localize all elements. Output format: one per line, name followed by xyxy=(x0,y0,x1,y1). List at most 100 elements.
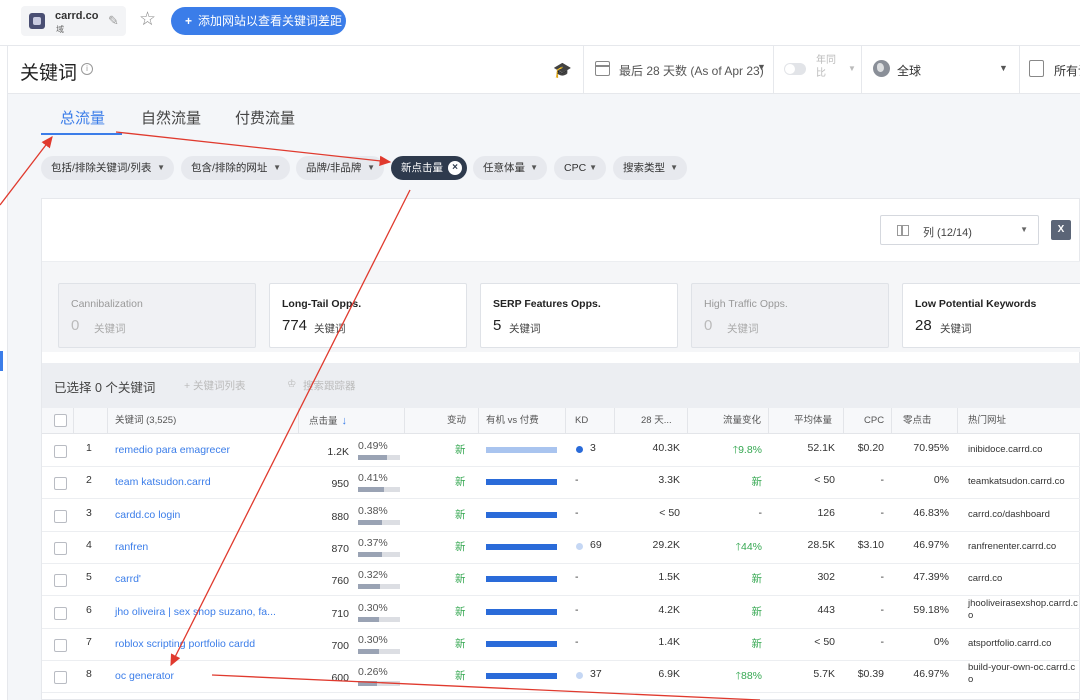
col-cpc[interactable]: CPC xyxy=(864,408,884,434)
traffic-tabs: 总流量 自然流量 付费流量 xyxy=(8,94,1080,138)
table-row[interactable]: 3 cardd.co login 880 0.38% 新 - < 50 - 126 - 46.83%… xyxy=(42,500,1080,532)
change-badge: 新 xyxy=(455,573,466,586)
row-checkbox[interactable] xyxy=(54,638,67,652)
days28-value: 4.2K xyxy=(658,603,680,616)
top-url[interactable]: ranfrenenter.carrd.co xyxy=(968,541,1080,553)
search-tracker-button[interactable]: 搜索跟踪器 xyxy=(303,378,356,393)
keyword-link[interactable]: jho oliveira | sex shop suzano, fa... xyxy=(115,606,276,618)
table-row[interactable]: 1 remedio para emagrecer 1.2K 0.49% 新 3 40.3K 🡑… xyxy=(42,435,1080,467)
keyword-link[interactable]: oc generator xyxy=(115,670,174,682)
col-top-url[interactable]: 热门网址 xyxy=(968,408,1006,434)
kd-dot-icon xyxy=(576,446,583,453)
graduation-cap-icon[interactable]: 🎓 xyxy=(553,61,572,79)
table-row[interactable]: 6 jho oliveira | sex shop suzano, fa... 71… xyxy=(42,597,1080,629)
top-url[interactable]: carrd.co/dashboard xyxy=(968,509,1080,521)
change-badge: 新 xyxy=(455,670,466,683)
table-row[interactable]: 2 team katsudon.carrd 950 0.41% 新 - 3.3K 新 < 50 -… xyxy=(42,467,1080,500)
site-chip[interactable]: carrd.co 域 ✎ xyxy=(21,6,126,36)
keyword-link[interactable]: team katsudon.carrd xyxy=(115,476,211,488)
opp-long-tail[interactable]: Long-Tail Opps. 774 关键词 xyxy=(269,283,467,348)
col-avg-volume[interactable]: 平均体量 xyxy=(794,408,832,434)
row-checkbox[interactable] xyxy=(54,445,67,458)
clicks-share-bar xyxy=(358,551,400,557)
column-divider xyxy=(891,408,892,434)
excel-export-icon[interactable]: X xyxy=(1051,220,1071,240)
column-divider xyxy=(957,408,958,434)
star-icon[interactable]: ☆ xyxy=(139,9,156,31)
col-zero-click[interactable]: 零点击 xyxy=(903,408,932,434)
top-url[interactable]: build-your-own-oc.carrd.co xyxy=(968,662,1080,686)
traffic-change-text: 9.8% xyxy=(738,444,762,456)
keyword-link[interactable]: ranfren xyxy=(115,541,148,553)
device-select[interactable]: 所有设 xyxy=(1054,62,1080,79)
opp-cannibalization[interactable]: Cannibalization 0 关键词 xyxy=(58,283,256,348)
add-site-button[interactable]: + 添加网站以查看关键词差距 xyxy=(171,7,346,35)
row-number: 8 xyxy=(86,668,92,681)
zero-click-value: 46.97% xyxy=(913,538,949,551)
kd-value: 3 xyxy=(590,442,596,454)
clicks-share-bar-fill xyxy=(358,519,382,525)
chevron-down-icon: ▼ xyxy=(589,163,597,172)
table-row[interactable]: 4 ranfren 870 0.37% 新 69 29.2K 🡑44% 28.5K $3.10 46… xyxy=(42,532,1080,564)
col-traffic-change[interactable]: 流量变化 xyxy=(723,408,761,434)
row-checkbox[interactable] xyxy=(54,574,67,588)
close-icon[interactable]: × xyxy=(448,161,462,175)
chevron-down-icon: ▼ xyxy=(999,63,1008,73)
row-checkbox[interactable] xyxy=(54,606,67,620)
days28-value: 1.4K xyxy=(658,635,680,648)
top-url[interactable]: jhooliveirasexshop.carrd.co xyxy=(968,598,1080,622)
column-divider xyxy=(843,408,844,434)
keyword-link[interactable]: cardd.co login xyxy=(115,509,180,521)
col-kd[interactable]: KD xyxy=(575,408,588,434)
filter-brand[interactable]: 品牌/非品牌 ▼ xyxy=(296,156,384,180)
col-change[interactable]: 变动 xyxy=(447,408,466,434)
info-icon[interactable]: i xyxy=(81,63,93,75)
opp-high-traffic[interactable]: High Traffic Opps. 0 关键词 xyxy=(691,283,889,348)
columns-select[interactable]: 列 (12/14) ▼ xyxy=(880,215,1039,245)
header-divider xyxy=(773,46,774,94)
filter-keyword-list[interactable]: 包括/排除关键词/列表 ▼ xyxy=(41,156,174,180)
region-select[interactable]: 全球 xyxy=(897,62,921,79)
col-28-days[interactable]: 28 天... xyxy=(641,408,672,434)
opp-serp-features[interactable]: SERP Features Opps. 5 关键词 xyxy=(480,283,678,348)
organic-vs-paid-bar xyxy=(486,511,557,518)
kd-value: - xyxy=(575,603,579,616)
filter-search-type[interactable]: 搜索类型 ▼ xyxy=(613,156,687,180)
clicks-share-bar-fill xyxy=(358,455,387,460)
row-checkbox[interactable] xyxy=(54,541,67,555)
filter-url[interactable]: 包含/排除的网址 ▼ xyxy=(181,156,290,180)
tab-paid-traffic[interactable]: 付费流量 xyxy=(235,107,295,128)
filter-cpc[interactable]: CPC ▼ xyxy=(554,156,606,180)
opp-low-potential[interactable]: Low Potential Keywords 28 关键词 xyxy=(902,283,1080,348)
cpc-value: $3.10 xyxy=(857,538,884,551)
table-row[interactable]: 7 roblox scripting portfolio cardd 700 0.30… xyxy=(42,629,1080,661)
table-row[interactable]: 8 oc generator 600 0.26% 新 37 6.9K 🡑88% 5.7K $0.3… xyxy=(42,661,1080,694)
col-organic-vs-paid[interactable]: 有机 vs 付费 xyxy=(486,408,539,434)
top-url[interactable]: carrd.co xyxy=(968,573,1080,585)
row-checkbox[interactable] xyxy=(54,509,67,523)
add-to-keyword-list-button[interactable]: + 关键词列表 xyxy=(184,378,246,393)
row-checkbox[interactable] xyxy=(54,671,67,685)
col-clicks[interactable]: 点击量 ↓ xyxy=(309,408,347,434)
tab-organic-traffic[interactable]: 自然流量 xyxy=(141,107,201,128)
row-number: 5 xyxy=(86,571,92,584)
change-badge: 新 xyxy=(455,476,466,489)
left-sidebar-edge xyxy=(0,46,8,700)
edit-pencil-icon[interactable]: ✎ xyxy=(108,13,119,29)
add-site-label: 添加网站以查看关键词差距 xyxy=(198,14,343,28)
row-checkbox[interactable] xyxy=(54,477,67,491)
top-url[interactable]: inibidoce.carrd.co xyxy=(968,444,1080,456)
top-url[interactable]: teamkatsudon.carrd.co xyxy=(968,476,1080,488)
table-row[interactable]: 5 carrd' 760 0.32% 新 - 1.5K 新 302 - 47.39% carrd.co xyxy=(42,564,1080,597)
keyword-link[interactable]: roblox scripting portfolio cardd xyxy=(115,638,255,650)
keyword-link[interactable]: remedio para emagrecer xyxy=(115,444,230,456)
top-url[interactable]: atsportfolio.carrd.co xyxy=(968,638,1080,650)
filter-volume[interactable]: 任意体量 ▼ xyxy=(473,156,547,180)
select-all-checkbox[interactable] xyxy=(54,414,67,427)
date-range-select[interactable]: 最后 28 天数 (As of Apr 23) xyxy=(619,62,764,79)
col-keyword[interactable]: 关键词 (3,525) xyxy=(115,408,176,434)
keyword-link[interactable]: carrd' xyxy=(115,573,141,585)
filter-new-clicks[interactable]: 新点击量 × xyxy=(391,156,467,180)
yoy-toggle[interactable] xyxy=(784,63,806,75)
tab-total-traffic[interactable]: 总流量 xyxy=(60,107,105,128)
